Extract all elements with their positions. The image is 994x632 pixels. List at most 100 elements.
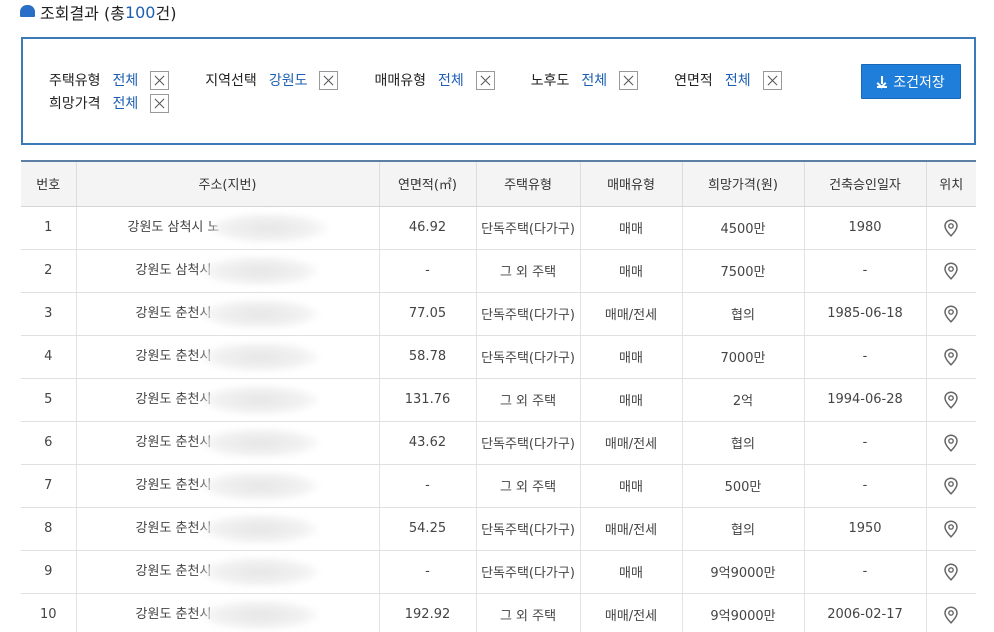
column-header[interactable]: 건축승인일자 bbox=[803, 160, 926, 207]
row-address: 강원도 춘천시 bbox=[75, 593, 379, 632]
remove-filter-icon[interactable] bbox=[319, 70, 339, 90]
row-floor-area: 54.25 bbox=[378, 507, 476, 551]
row-location bbox=[925, 206, 976, 250]
filter-label: 매매유형 bbox=[374, 73, 426, 89]
map-pin-icon[interactable] bbox=[943, 433, 959, 452]
row-price: 7000만 bbox=[681, 335, 804, 379]
row-number: 5 bbox=[21, 378, 76, 422]
row-address: 강원도 춘천시 bbox=[75, 550, 379, 594]
table-row[interactable]: 10 강원도 춘천시 192.92 그 외 주택 매매/전세 9억9000만 2006-02… bbox=[21, 593, 976, 632]
table-row[interactable]: 3 강원도 춘천시 77.05 단독주택(다가구) 매매/전세 협의 1985-06-18 bbox=[21, 292, 976, 336]
row-approval-date: - bbox=[803, 335, 926, 379]
row-approval-date: 1950 bbox=[803, 507, 926, 551]
address-text: 강원도 춘천시 bbox=[135, 349, 212, 364]
column-header[interactable]: 위치 bbox=[925, 160, 976, 207]
row-trade-type: 매매/전세 bbox=[579, 421, 682, 465]
table-row[interactable]: 6 강원도 춘천시 43.62 단독주택(다가구) 매매/전세 협의 - bbox=[21, 421, 976, 465]
filter-label: 주택유형 bbox=[49, 73, 101, 89]
row-location bbox=[925, 378, 976, 422]
filter-value: 전체 bbox=[112, 73, 139, 89]
map-pin-icon[interactable] bbox=[943, 476, 959, 495]
save-conditions-button[interactable]: 조건저장 bbox=[861, 64, 961, 99]
row-floor-area: - bbox=[378, 550, 476, 594]
row-housing-type: 단독주택(다가구) bbox=[475, 507, 580, 551]
table-row[interactable]: 1 강원도 삼척시 노 46.92 단독주택(다가구) 매매 4500만 1980 bbox=[21, 206, 976, 250]
row-floor-area: 77.05 bbox=[378, 292, 476, 336]
row-price: 협의 bbox=[681, 507, 804, 551]
row-price: 500만 bbox=[681, 464, 804, 508]
remove-filter-icon[interactable] bbox=[475, 70, 495, 90]
filter-label: 연면적 bbox=[674, 73, 713, 89]
row-number: 7 bbox=[21, 464, 76, 508]
row-location bbox=[925, 550, 976, 594]
row-location bbox=[925, 335, 976, 379]
row-price: 9억9000만 bbox=[681, 593, 804, 632]
table-header-row: 번호 주소(지번) 연면적(㎡) 주택유형 매매유형 희망가격(원) 건축승인일… bbox=[21, 160, 976, 207]
row-location bbox=[925, 464, 976, 508]
row-trade-type: 매매/전세 bbox=[579, 292, 682, 336]
row-housing-type: 그 외 주택 bbox=[475, 464, 580, 508]
redacted-address bbox=[201, 556, 320, 587]
table-row[interactable]: 5 강원도 춘천시 131.76 그 외 주택 매매 2억 1994-06-28 bbox=[21, 378, 976, 422]
filter-age: 노후도 전체 bbox=[531, 70, 639, 90]
row-trade-type: 매매 bbox=[579, 206, 682, 250]
redacted-address bbox=[201, 513, 320, 544]
table-row[interactable]: 4 강원도 춘천시 58.78 단독주택(다가구) 매매 7000만 - bbox=[21, 335, 976, 379]
row-price: 7500만 bbox=[681, 249, 804, 293]
column-header[interactable]: 희망가격(원) bbox=[681, 160, 804, 207]
map-pin-icon[interactable] bbox=[943, 304, 959, 323]
row-number: 8 bbox=[21, 507, 76, 551]
column-header[interactable]: 번호 bbox=[21, 160, 76, 207]
house-icon bbox=[20, 5, 35, 17]
row-number: 2 bbox=[21, 249, 76, 293]
map-pin-icon[interactable] bbox=[943, 605, 959, 624]
redacted-address bbox=[201, 599, 320, 630]
filter-price: 희망가격 전체 bbox=[49, 93, 170, 113]
map-pin-icon[interactable] bbox=[943, 347, 959, 366]
column-header[interactable]: 연면적(㎡) bbox=[378, 160, 476, 207]
result-title-suffix: 건) bbox=[155, 4, 177, 23]
row-address: 강원도 춘천시 bbox=[75, 292, 379, 336]
row-approval-date: 1994-06-28 bbox=[803, 378, 926, 422]
download-icon bbox=[877, 75, 888, 88]
row-floor-area: 43.62 bbox=[378, 421, 476, 465]
row-location bbox=[925, 507, 976, 551]
row-number: 9 bbox=[21, 550, 76, 594]
map-pin-icon[interactable] bbox=[943, 218, 959, 237]
map-pin-icon[interactable] bbox=[943, 390, 959, 409]
remove-filter-icon[interactable] bbox=[150, 70, 170, 90]
row-approval-date: - bbox=[803, 464, 926, 508]
column-header[interactable]: 주택유형 bbox=[475, 160, 580, 207]
remove-filter-icon[interactable] bbox=[619, 70, 639, 90]
row-housing-type: 그 외 주택 bbox=[475, 378, 580, 422]
row-trade-type: 매매/전세 bbox=[579, 507, 682, 551]
row-housing-type: 그 외 주택 bbox=[475, 249, 580, 293]
map-pin-icon[interactable] bbox=[943, 562, 959, 581]
row-address: 강원도 춘천시 bbox=[75, 464, 379, 508]
result-title: 조회결과 (총 100 건) bbox=[20, 0, 176, 24]
row-number: 1 bbox=[21, 206, 76, 250]
address-text: 강원도 삼척시 bbox=[135, 263, 212, 278]
filter-row-1: 주택유형 전체 지역선택 강원도 매매유형 전체 노후도 전체 연면적 전체 bbox=[49, 70, 818, 90]
row-address: 강원도 삼척시 bbox=[75, 249, 379, 293]
row-price: 협의 bbox=[681, 292, 804, 336]
column-header[interactable]: 주소(지번) bbox=[75, 160, 379, 207]
row-location bbox=[925, 249, 976, 293]
column-header[interactable]: 매매유형 bbox=[579, 160, 682, 207]
filter-value: 전체 bbox=[581, 73, 608, 89]
table-row[interactable]: 2 강원도 삼척시 - 그 외 주택 매매 7500만 - bbox=[21, 249, 976, 293]
table-row[interactable]: 8 강원도 춘천시 54.25 단독주택(다가구) 매매/전세 협의 1950 bbox=[21, 507, 976, 551]
row-address: 강원도 춘천시 bbox=[75, 378, 379, 422]
table-row[interactable]: 7 강원도 춘천시 - 그 외 주택 매매 500만 - bbox=[21, 464, 976, 508]
map-pin-icon[interactable] bbox=[943, 261, 959, 280]
row-trade-type: 매매 bbox=[579, 378, 682, 422]
redacted-address bbox=[209, 212, 328, 243]
row-floor-area: 192.92 bbox=[378, 593, 476, 632]
row-housing-type: 단독주택(다가구) bbox=[475, 206, 580, 250]
remove-filter-icon[interactable] bbox=[150, 93, 170, 113]
row-price: 협의 bbox=[681, 421, 804, 465]
map-pin-icon[interactable] bbox=[943, 519, 959, 538]
filter-housing-type: 주택유형 전체 bbox=[49, 70, 170, 90]
remove-filter-icon[interactable] bbox=[762, 70, 782, 90]
table-row[interactable]: 9 강원도 춘천시 - 단독주택(다가구) 매매 9억9000만 - bbox=[21, 550, 976, 594]
